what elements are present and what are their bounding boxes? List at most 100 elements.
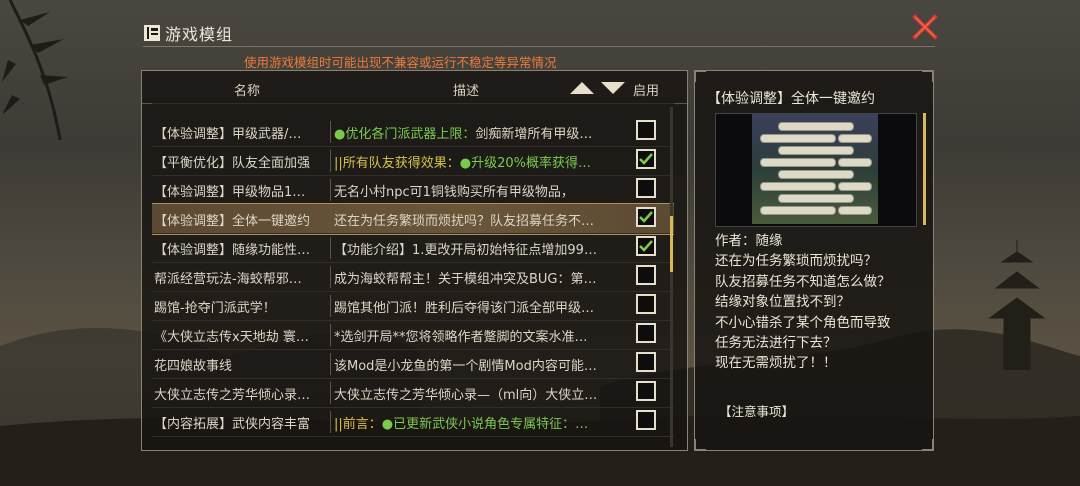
mod-name: 《大侠立志传x天地劫 寰… <box>154 330 309 345</box>
enable-checkbox[interactable] <box>636 207 656 227</box>
preview-menu-bar <box>760 182 836 191</box>
header-name[interactable]: 名称 <box>234 80 260 99</box>
pagoda-silhouette <box>988 240 1046 370</box>
panel-corner <box>922 439 934 451</box>
enable-checkbox[interactable] <box>636 120 656 140</box>
table-row-partial[interactable] <box>152 103 674 104</box>
detail-description: 作者：随缘 还在为任务繁琐而烦扰吗？ 队友招募任务不知道怎么做？ 结缘对象位置找… <box>715 231 925 374</box>
detail-line: 队友招募任务不知道怎么做？ <box>715 273 891 290</box>
preview-menu-bar <box>760 158 836 167</box>
desc-rest: 还在为任务繁琐而烦扰吗？队友招募任务不… <box>334 214 595 229</box>
cell-divider <box>330 150 331 172</box>
mod-name: 【体验调整】全体一键邀约 <box>154 214 311 229</box>
enable-checkbox[interactable] <box>636 410 656 430</box>
mod-name: 【体验调整】甲级物品1… <box>154 185 306 200</box>
header-desc[interactable]: 描述 <box>453 80 479 99</box>
table-row[interactable]: 【体验调整】甲级武器/… ●优化各门派武器上限：剑痴新增所有甲级… <box>152 117 674 147</box>
desc-green: ●升级20%概率获得… <box>459 156 592 171</box>
desc-green: ●优化各门派武器上限： <box>334 127 476 142</box>
checkmark-icon <box>639 211 653 223</box>
notice-heading: 【注意事项】 <box>719 404 795 419</box>
enable-checkbox[interactable] <box>636 149 656 169</box>
list-scrollbar-thumb[interactable] <box>670 216 673 272</box>
mod-name: 【体验调整】甲级武器/… <box>154 127 302 142</box>
panel-corner <box>694 70 706 82</box>
detail-line: 结缘对象位置找不到？ <box>715 294 850 311</box>
mod-book-icon <box>144 25 160 41</box>
mod-name: 踢馆-抢夺门派武学！ <box>154 301 276 316</box>
cell-divider <box>330 295 331 317</box>
preview-menu-bar <box>760 134 836 143</box>
enable-checkbox[interactable] <box>636 178 656 198</box>
mod-desc: ||所有队友获得效果：●升级20%概率获得… <box>334 152 630 171</box>
list-header: 名称 描述 启用 <box>142 71 687 104</box>
detail-line: 作者：随缘 <box>715 233 783 249</box>
mod-desc: ||前言：●已更新武侠小说角色专属特征：… <box>334 413 630 432</box>
preview-menu-bar <box>778 122 854 131</box>
desc-rest: 大侠立志传之芳华倾心录—（ml向）大侠立… <box>334 388 598 403</box>
preview-menu-bar <box>760 206 836 215</box>
desc-rest: 该Mod是小龙鱼的第一个剧情Mod内容可能… <box>334 359 597 374</box>
checkmark-icon <box>639 153 653 165</box>
table-row[interactable]: 【体验调整】随缘功能性… 【功能介绍】1.更改开局初始特征点增加99… <box>152 233 674 263</box>
sort-down-icon[interactable] <box>601 82 625 94</box>
close-icon <box>912 14 938 40</box>
mod-name: 【体验调整】随缘功能性… <box>154 243 311 258</box>
title-divider <box>143 46 935 47</box>
enable-checkbox[interactable] <box>636 265 656 285</box>
mod-desc: 无名小村npc可1铜钱购买所有甲级物品， <box>334 181 630 200</box>
cell-divider <box>330 411 331 433</box>
preview-menu-bar <box>838 134 872 143</box>
desc-green: ●已更新武侠小说角色专属特征：… <box>381 417 589 432</box>
cell-divider <box>330 208 331 230</box>
enable-checkbox[interactable] <box>636 352 656 372</box>
detail-line: 还在为任务繁琐而烦扰吗？ <box>715 253 877 270</box>
close-button[interactable] <box>910 12 940 42</box>
table-row[interactable]: 大侠立志传之芳华倾心录… 大侠立志传之芳华倾心录—（ml向）大侠立… <box>152 378 674 408</box>
detail-title: 【体验调整】全体一键邀约 <box>707 91 875 107</box>
mod-name: 大侠立志传之芳华倾心录… <box>154 388 311 403</box>
detail-line: 现在无需烦扰了！！ <box>715 355 837 372</box>
mod-desc: 成为海蛟帮帮主！关于模组冲突及BUG：第… <box>334 268 630 287</box>
mod-preview-image <box>715 113 917 227</box>
desc-rest: 剑痴新增所有甲级… <box>475 127 593 142</box>
table-row[interactable]: 【体验调整】甲级物品1… 无名小村npc可1铜钱购买所有甲级物品， <box>152 175 674 205</box>
mod-name: 花四娘故事线 <box>154 359 233 374</box>
desc-rest: 踢馆其他门派！胜利后夺得该门派全部甲级… <box>334 301 595 316</box>
enable-checkbox[interactable] <box>636 323 656 343</box>
compatibility-warning: 使用游戏模组时可能出现不兼容或运行不稳定等异常情况 <box>244 55 557 70</box>
enable-checkbox[interactable] <box>636 381 656 401</box>
table-row[interactable]: 《大侠立志传x天地劫 寰… *选剑开局**您将领略作者蹩脚的文案水准… <box>152 320 674 350</box>
preview-menu-bar <box>778 146 854 155</box>
cell-divider <box>330 179 331 201</box>
table-row[interactable]: 【内容拓展】武侠内容丰富 ||前言：●已更新武侠小说角色专属特征：… <box>152 407 674 437</box>
enable-checkbox[interactable] <box>636 236 656 256</box>
mod-detail-panel: 【体验调整】全体一键邀约 作者：随缘 还在为任务繁琐而烦扰吗？ 队友招募任务不知… <box>694 70 934 451</box>
preview-menu-bar <box>838 182 872 191</box>
cell-divider <box>330 266 331 288</box>
sort-up-icon[interactable] <box>570 82 594 94</box>
cell-divider <box>330 324 331 346</box>
table-row[interactable]: 帮派经营玩法-海蛟帮邪… 成为海蛟帮帮主！关于模组冲突及BUG：第… <box>152 262 674 292</box>
desc-rest: *选剑开局**您将领略作者蹩脚的文案水准… <box>334 330 588 345</box>
cell-divider <box>330 353 331 375</box>
mod-rows: 【体验调整】甲级武器/… ●优化各门派武器上限：剑痴新增所有甲级… 【平衡优化】… <box>152 103 674 449</box>
dialog-title: 游戏模组 <box>165 25 234 44</box>
list-scrollbar-track[interactable] <box>670 107 673 447</box>
table-row-selected[interactable]: 【体验调整】全体一键邀约 还在为任务繁琐而烦扰吗？队友招募任务不… <box>152 203 674 235</box>
table-row[interactable]: 花四娘故事线 该Mod是小龙鱼的第一个剧情Mod内容可能… <box>152 349 674 379</box>
enable-checkbox[interactable] <box>636 294 656 314</box>
bamboo-decoration <box>2 0 68 140</box>
header-enable: 启用 <box>633 84 660 99</box>
preview-menu-bar <box>778 170 854 179</box>
panel-corner <box>922 70 934 82</box>
preview-menu-bar <box>838 158 872 167</box>
detail-line: 任务无法进行下去？ <box>715 335 837 352</box>
table-row[interactable]: 【平衡优化】队友全面加强 ||所有队友获得效果：●升级20%概率获得… <box>152 146 674 176</box>
mod-list-panel: 名称 描述 启用 【体验调整】甲级武器/… ●优化各门派武器上限：剑痴新增所有甲… <box>141 70 688 451</box>
table-row[interactable]: 踢馆-抢夺门派武学！ 踢馆其他门派！胜利后夺得该门派全部甲级… <box>152 291 674 321</box>
detail-line: 不小心错杀了某个角色而导致 <box>715 314 891 331</box>
mod-desc: 该Mod是小龙鱼的第一个剧情Mod内容可能… <box>334 355 630 374</box>
desc-rest: 无名小村npc可1铜钱购买所有甲级物品， <box>334 185 574 200</box>
detail-scrollbar[interactable] <box>923 113 926 225</box>
